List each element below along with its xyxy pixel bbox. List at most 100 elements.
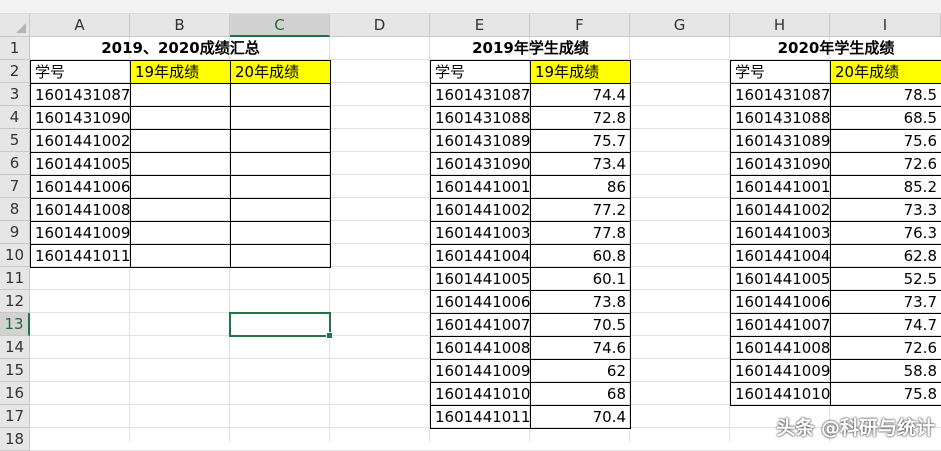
row-header-15[interactable]: 15 <box>0 359 30 382</box>
table2-id-cell[interactable]: 1601441004 <box>430 244 531 268</box>
table3-score-cell[interactable]: 72.6 <box>830 152 941 176</box>
table3-score-cell[interactable]: 52.5 <box>830 267 941 291</box>
table3-id-cell[interactable]: 1601441001 <box>730 175 831 199</box>
table2-score-cell[interactable]: 86 <box>530 175 631 199</box>
row-header-6[interactable]: 6 <box>0 152 30 175</box>
table2-score-cell[interactable]: 73.4 <box>530 152 631 176</box>
table2-id-cell[interactable]: 1601441011 <box>430 405 531 429</box>
column-header-f[interactable]: F <box>530 14 630 37</box>
table3-header-cell[interactable]: 20年成绩 <box>830 60 941 84</box>
table2-score-cell[interactable]: 72.8 <box>530 106 631 130</box>
table3-id-cell[interactable]: 1601441009 <box>730 359 831 383</box>
table1-title[interactable]: 2019、2020成绩汇总 <box>30 37 331 61</box>
fill-handle[interactable] <box>326 332 333 339</box>
table3-id-cell[interactable]: 1601441010 <box>730 382 831 406</box>
row-header-10[interactable]: 10 <box>0 244 30 267</box>
table3-id-cell[interactable]: 1601431088 <box>730 106 831 130</box>
table1-id-cell[interactable]: 1601431087 <box>30 83 131 107</box>
spreadsheet[interactable]: ABCDEFGHI 1 2 3 4 5 6 7 8 9 10 11 12 13 14 15 16 17 18 20… <box>0 0 941 451</box>
table1-header-cell[interactable]: 19年成绩 <box>130 60 231 84</box>
table1-id-cell[interactable]: 1601441009 <box>30 221 131 245</box>
column-header-c[interactable]: C <box>230 14 330 37</box>
table3-score-cell[interactable]: 85.2 <box>830 175 941 199</box>
table3-score-cell[interactable]: 58.8 <box>830 359 941 383</box>
table2-id-cell[interactable]: 1601441002 <box>430 198 531 222</box>
table2-score-cell[interactable]: 74.6 <box>530 336 631 360</box>
table2-score-cell[interactable]: 77.8 <box>530 221 631 245</box>
column-header-e[interactable]: E <box>430 14 530 37</box>
table1-score20-cell[interactable] <box>230 106 331 130</box>
table3-score-cell[interactable]: 62.8 <box>830 244 941 268</box>
column-header-g[interactable]: G <box>630 14 730 37</box>
table3-id-cell[interactable]: 1601441008 <box>730 336 831 360</box>
table3-title[interactable]: 2020年学生成绩 <box>730 37 941 61</box>
table3-header-cell[interactable]: 学号 <box>730 60 831 84</box>
table1-id-cell[interactable]: 1601441006 <box>30 175 131 199</box>
row-header-8[interactable]: 8 <box>0 198 30 221</box>
row-header-17[interactable]: 17 <box>0 405 30 428</box>
table3-id-cell[interactable]: 1601431089 <box>730 129 831 153</box>
table1-score19-cell[interactable] <box>130 106 231 130</box>
table2-title[interactable]: 2019年学生成绩 <box>430 37 631 61</box>
row-header-7[interactable]: 7 <box>0 175 30 198</box>
table1-id-cell[interactable]: 1601441008 <box>30 198 131 222</box>
table2-score-cell[interactable]: 68 <box>530 382 631 406</box>
table2-id-cell[interactable]: 1601431087 <box>430 83 531 107</box>
table1-id-cell[interactable]: 1601441002 <box>30 129 131 153</box>
row-header-4[interactable]: 4 <box>0 106 30 129</box>
table2-id-cell[interactable]: 1601431088 <box>430 106 531 130</box>
row-header-14[interactable]: 14 <box>0 336 30 359</box>
table3-id-cell[interactable]: 1601441005 <box>730 267 831 291</box>
table1-score19-cell[interactable] <box>130 152 231 176</box>
table3-score-cell[interactable]: 78.5 <box>830 83 941 107</box>
table3-score-cell[interactable]: 75.8 <box>830 382 941 406</box>
row-header-12[interactable]: 12 <box>0 290 30 313</box>
table1-id-cell[interactable]: 1601441011 <box>30 244 131 268</box>
table2-id-cell[interactable]: 1601441009 <box>430 359 531 383</box>
table2-id-cell[interactable]: 1601441001 <box>430 175 531 199</box>
table1-score19-cell[interactable] <box>130 221 231 245</box>
table1-score19-cell[interactable] <box>130 175 231 199</box>
row-header-13[interactable]: 13 <box>0 313 30 336</box>
column-header-h[interactable]: H <box>730 14 830 37</box>
table2-id-cell[interactable]: 1601441006 <box>430 290 531 314</box>
table3-id-cell[interactable]: 1601441002 <box>730 198 831 222</box>
table1-id-cell[interactable]: 1601441005 <box>30 152 131 176</box>
table2-id-cell[interactable]: 1601441007 <box>430 313 531 337</box>
table2-score-cell[interactable]: 74.4 <box>530 83 631 107</box>
table1-score19-cell[interactable] <box>130 198 231 222</box>
table3-score-cell[interactable]: 73.7 <box>830 290 941 314</box>
row-header-3[interactable]: 3 <box>0 83 30 106</box>
table2-score-cell[interactable]: 75.7 <box>530 129 631 153</box>
table3-score-cell[interactable]: 76.3 <box>830 221 941 245</box>
table3-score-cell[interactable]: 74.7 <box>830 313 941 337</box>
table1-header-cell[interactable]: 学号 <box>30 60 131 84</box>
table3-score-cell[interactable]: 73.3 <box>830 198 941 222</box>
table2-id-cell[interactable]: 1601431090 <box>430 152 531 176</box>
table2-score-cell[interactable]: 70.4 <box>530 405 631 429</box>
table3-id-cell[interactable]: 1601441006 <box>730 290 831 314</box>
table3-id-cell[interactable]: 1601441007 <box>730 313 831 337</box>
table1-score19-cell[interactable] <box>130 129 231 153</box>
table2-id-cell[interactable]: 1601441008 <box>430 336 531 360</box>
row-header-1[interactable]: 1 <box>0 37 30 60</box>
row-header-11[interactable]: 11 <box>0 267 30 290</box>
table1-score20-cell[interactable] <box>230 221 331 245</box>
table2-id-cell[interactable]: 1601431089 <box>430 129 531 153</box>
table1-score20-cell[interactable] <box>230 244 331 268</box>
row-header-5[interactable]: 5 <box>0 129 30 152</box>
table1-score20-cell[interactable] <box>230 83 331 107</box>
table3-id-cell[interactable]: 1601441004 <box>730 244 831 268</box>
active-cell-selection[interactable] <box>229 312 331 337</box>
table2-score-cell[interactable]: 62 <box>530 359 631 383</box>
table1-id-cell[interactable]: 1601431090 <box>30 106 131 130</box>
column-header-b[interactable]: B <box>130 14 230 37</box>
table2-score-cell[interactable]: 77.2 <box>530 198 631 222</box>
table2-score-cell[interactable]: 60.8 <box>530 244 631 268</box>
row-header-9[interactable]: 9 <box>0 221 30 244</box>
table3-id-cell[interactable]: 1601431087 <box>730 83 831 107</box>
select-all-corner[interactable] <box>0 14 30 37</box>
table3-score-cell[interactable]: 75.6 <box>830 129 941 153</box>
table2-score-cell[interactable]: 73.8 <box>530 290 631 314</box>
table2-header-cell[interactable]: 19年成绩 <box>530 60 631 84</box>
